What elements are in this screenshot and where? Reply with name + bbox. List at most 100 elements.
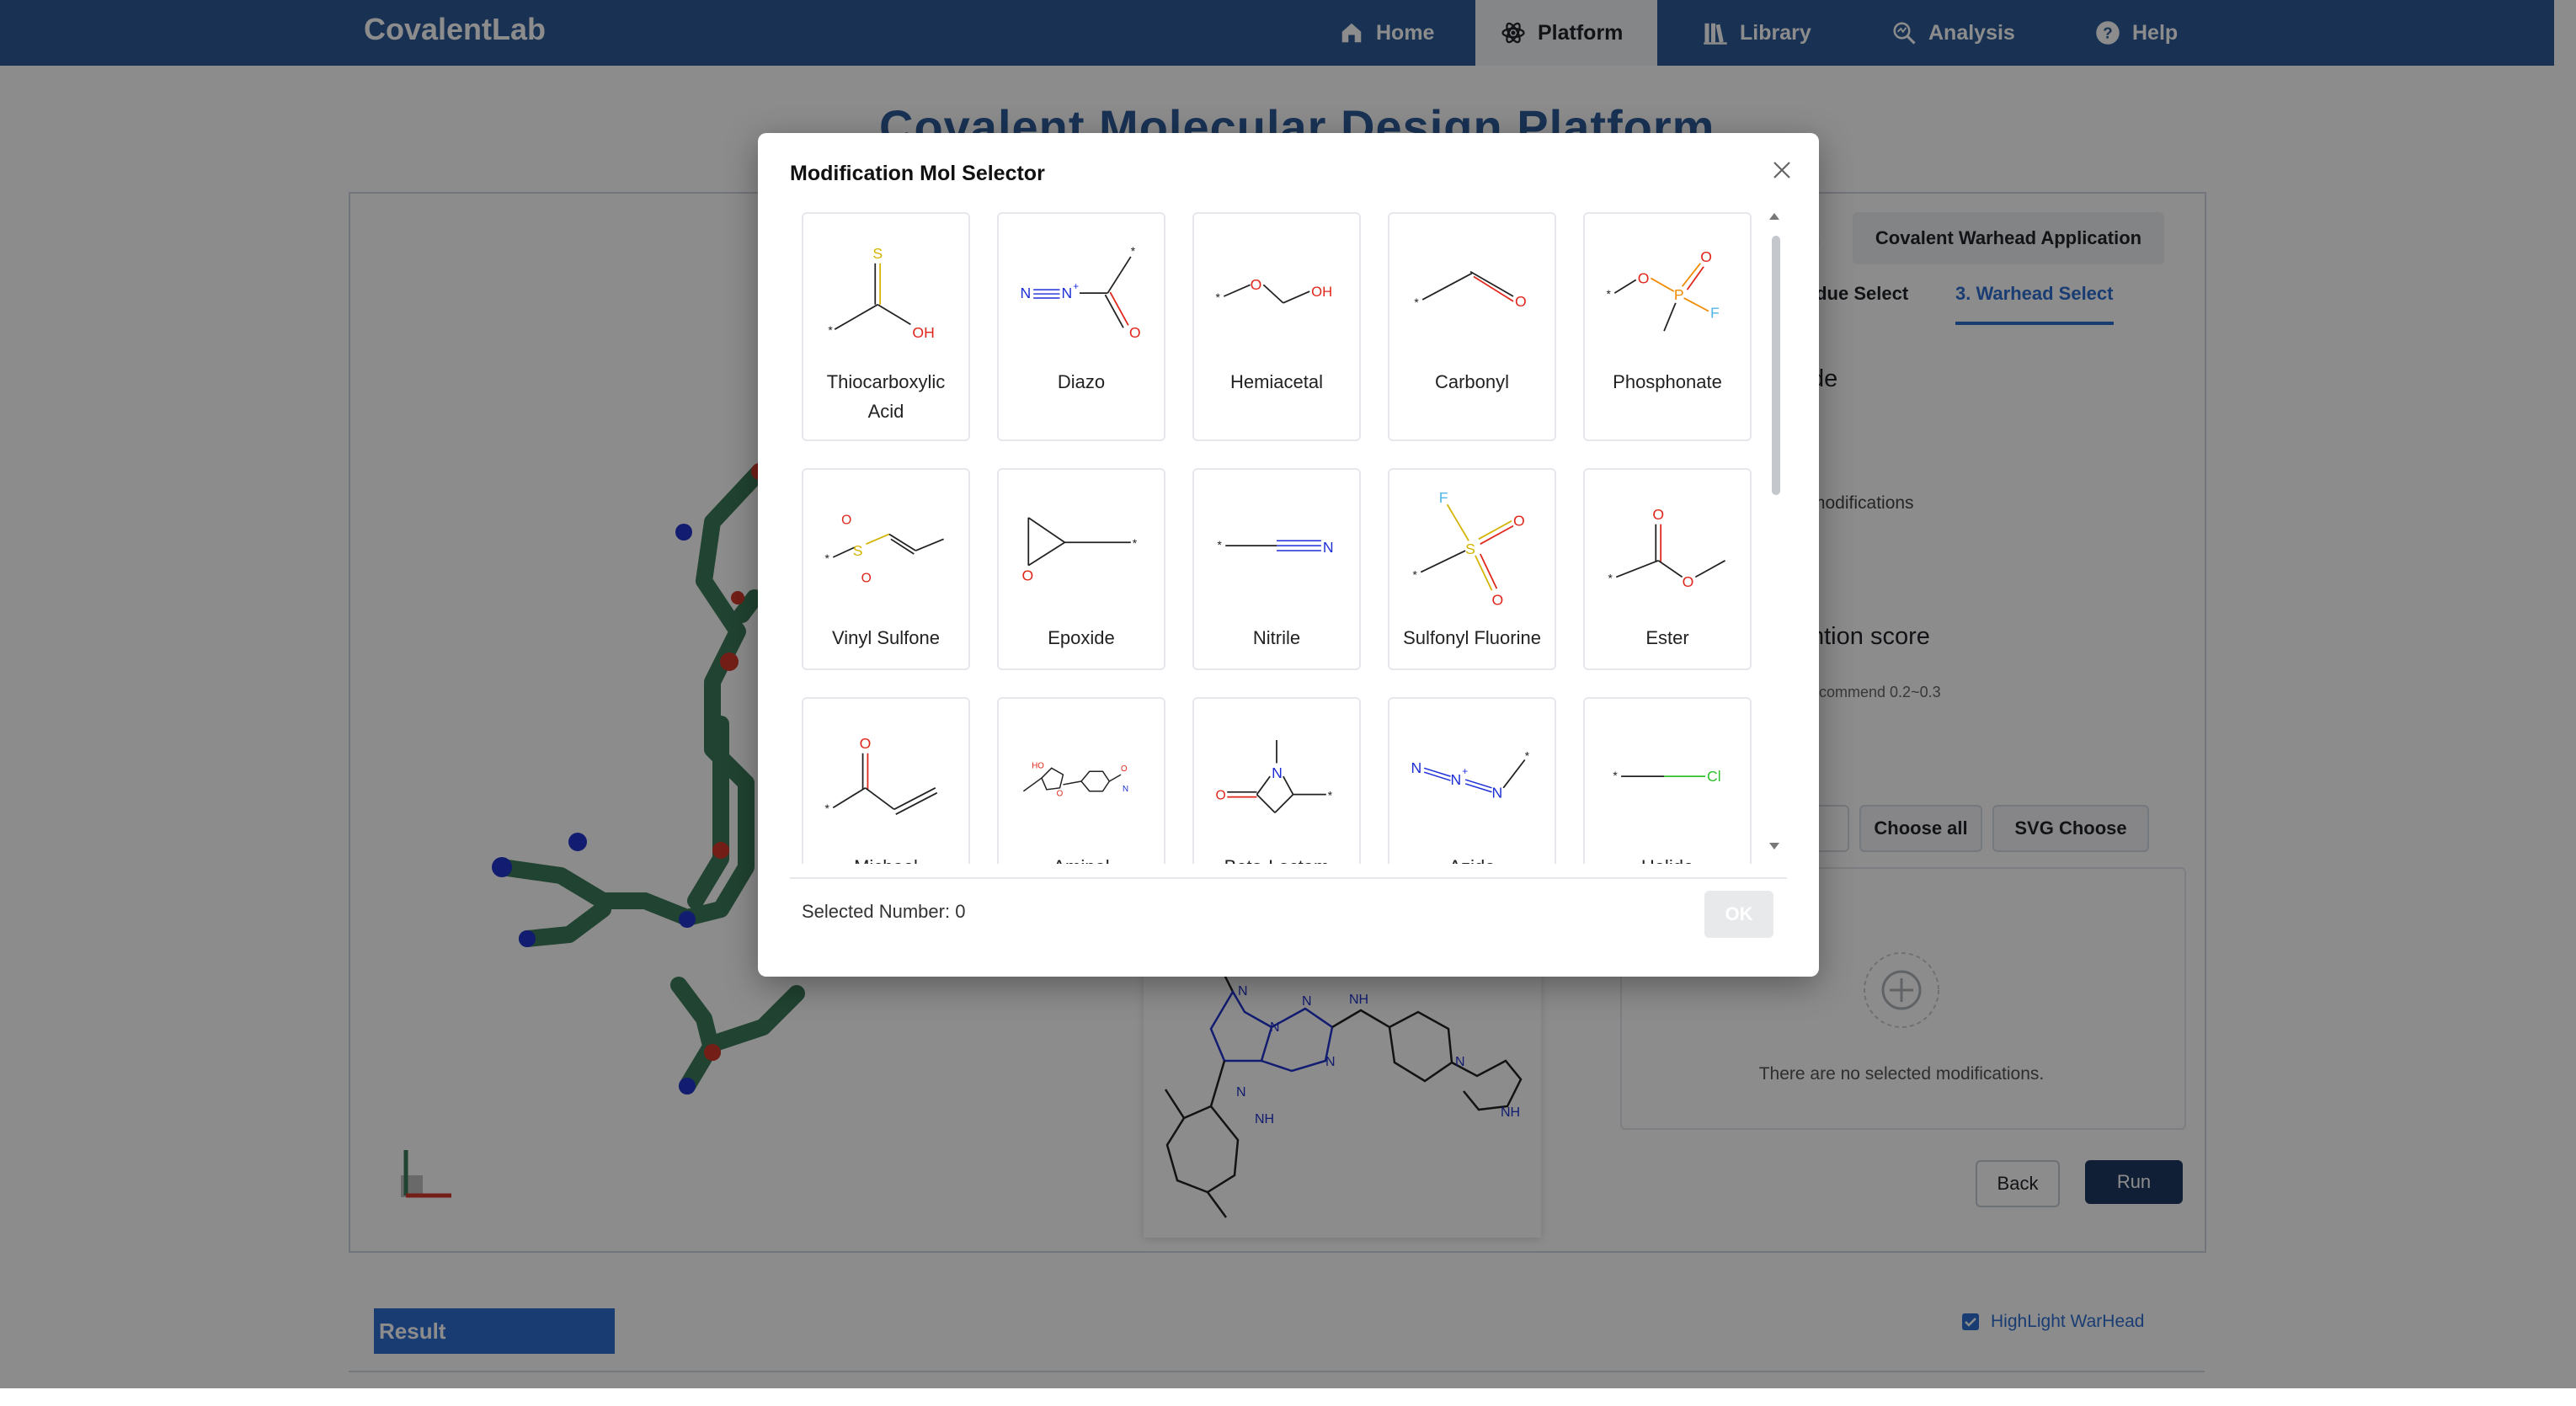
molecule-name: Beta-Lactam <box>1194 852 1359 864</box>
molecule-name: Thiocarboxylic Acid <box>826 371 946 422</box>
dialog-footer-divider <box>790 877 1787 879</box>
svg-text:N: N <box>1272 764 1283 781</box>
svg-text:O: O <box>1057 790 1064 799</box>
molecule-card[interactable]: * O OH Hemiacetal <box>1192 212 1361 441</box>
molecule-name: Azide <box>1389 852 1555 864</box>
svg-text:N: N <box>1451 771 1462 788</box>
thiocarboxylic-acid-structure: S OH * <box>828 245 934 341</box>
sulfonyl-fluorine-structure: F * S O O <box>1412 489 1525 609</box>
molecule-card[interactable]: O * Michael <box>802 697 970 864</box>
epoxide-structure: O * <box>1021 517 1138 583</box>
close-icon[interactable] <box>1768 157 1795 184</box>
svg-text:*: * <box>828 324 833 337</box>
molecule-card[interactable]: * O Carbonyl <box>1388 212 1556 441</box>
molecule-card[interactable]: * O P O F Phosphonate <box>1583 212 1752 441</box>
molecule-name: Sulfonyl Fluorine <box>1403 627 1541 648</box>
svg-text:*: * <box>1414 296 1419 309</box>
scroll-down-icon[interactable] <box>1767 839 1782 854</box>
svg-text:N: N <box>1411 759 1421 776</box>
nitrile-structure: * N <box>1217 539 1334 556</box>
svg-text:*: * <box>1131 245 1136 258</box>
svg-text:+: + <box>1462 766 1468 777</box>
molecule-card[interactable]: S OH * Thiocarboxylic Acid <box>802 212 970 441</box>
svg-text:O: O <box>1515 293 1527 310</box>
svg-text:N: N <box>1123 785 1128 794</box>
svg-text:N: N <box>1020 285 1031 301</box>
molecule-card[interactable]: F * S O O Sulfonyl Fluorine <box>1388 468 1556 670</box>
svg-text:*: * <box>1215 291 1220 304</box>
svg-text:*: * <box>1608 572 1613 584</box>
svg-text:OH: OH <box>1311 284 1332 300</box>
svg-text:OH: OH <box>912 324 934 341</box>
scroll-up-icon[interactable] <box>1767 209 1782 224</box>
svg-text:O: O <box>1652 506 1664 523</box>
molecule-name: Aminal <box>999 852 1164 864</box>
molecule-card[interactable]: HO O O N Aminal <box>997 697 1165 864</box>
svg-text:O: O <box>860 735 872 752</box>
modal-backdrop-top <box>0 0 2576 66</box>
molecule-name: Halide <box>1585 852 1750 864</box>
svg-text:O: O <box>1121 764 1128 774</box>
svg-text:O: O <box>1683 573 1694 590</box>
molecule-card[interactable]: N N + O * Diazo <box>997 212 1165 441</box>
svg-text:F: F <box>1439 489 1448 506</box>
svg-text:O: O <box>1251 276 1262 293</box>
hemiacetal-structure: * O OH <box>1215 276 1332 304</box>
svg-text:*: * <box>1613 770 1618 782</box>
molecule-name: Epoxide <box>1048 627 1115 648</box>
molecule-card[interactable]: N N + N * Azide <box>1388 697 1556 864</box>
molecule-card[interactable]: O * Epoxide <box>997 468 1165 670</box>
svg-text:+: + <box>1073 281 1079 292</box>
svg-text:O: O <box>841 514 851 528</box>
svg-text:*: * <box>1328 790 1333 802</box>
diazo-structure: N N + O * <box>1020 245 1141 341</box>
molecule-name: Michael <box>803 852 968 864</box>
svg-text:*: * <box>1525 750 1530 763</box>
selected-count: Selected Number: 0 <box>802 901 966 922</box>
azide-structure: N N + N * <box>1411 750 1530 802</box>
ester-structure: O * O <box>1608 506 1726 590</box>
aminal-structure: HO O O N <box>1022 761 1128 799</box>
svg-text:O: O <box>1492 592 1504 609</box>
michael-acceptor-structure: O * <box>824 735 938 815</box>
molecule-card[interactable]: * S O O Vinyl Sulfone <box>802 468 970 670</box>
molecule-name: Carbonyl <box>1434 371 1510 392</box>
phosphonate-structure: * O P O F <box>1606 248 1720 332</box>
svg-text:N: N <box>1323 539 1334 556</box>
svg-text:O: O <box>1129 324 1141 341</box>
molecule-card[interactable]: * Cl Halide <box>1583 697 1752 864</box>
molecule-card[interactable]: * N Nitrile <box>1192 468 1361 670</box>
svg-text:F: F <box>1710 304 1720 321</box>
carbonyl-structure: * O <box>1414 270 1527 310</box>
dialog-title: Modification Mol Selector <box>790 162 1045 185</box>
svg-text:O: O <box>1638 269 1650 286</box>
molecule-name: Diazo <box>1057 371 1106 392</box>
svg-text:*: * <box>824 552 829 565</box>
svg-text:O: O <box>1700 248 1712 265</box>
ok-button[interactable]: OK <box>1704 891 1773 938</box>
molecule-card[interactable]: O * O Ester <box>1583 468 1752 670</box>
svg-text:P: P <box>1674 286 1684 303</box>
scrollbar-thumb[interactable] <box>1772 236 1780 495</box>
svg-text:O: O <box>861 571 872 585</box>
vinyl-sulfone-structure: * S O O <box>824 514 944 585</box>
svg-text:*: * <box>824 802 829 815</box>
svg-text:*: * <box>1133 537 1138 550</box>
svg-text:S: S <box>1465 541 1475 557</box>
svg-text:*: * <box>1217 539 1222 551</box>
svg-text:*: * <box>1606 288 1611 301</box>
molecule-name: Vinyl Sulfone <box>831 627 940 648</box>
svg-text:N: N <box>1061 285 1072 301</box>
halide-structure: * Cl <box>1613 768 1721 785</box>
molecule-name: Phosphonate <box>1613 371 1722 392</box>
svg-text:O: O <box>1215 789 1225 803</box>
molecule-name: Ester <box>1645 627 1689 648</box>
svg-text:Cl: Cl <box>1707 768 1721 785</box>
svg-text:O: O <box>1513 513 1525 530</box>
svg-text:S: S <box>853 542 863 559</box>
molecule-grid[interactable]: S OH * Thiocarboxylic Acid N N + O * Dia… <box>802 212 1753 864</box>
molecule-card[interactable]: N O * Beta-Lactam <box>1192 697 1361 864</box>
svg-text:O: O <box>1021 567 1033 583</box>
svg-text:N: N <box>1492 785 1503 802</box>
molecule-name: Hemiacetal <box>1229 371 1324 392</box>
